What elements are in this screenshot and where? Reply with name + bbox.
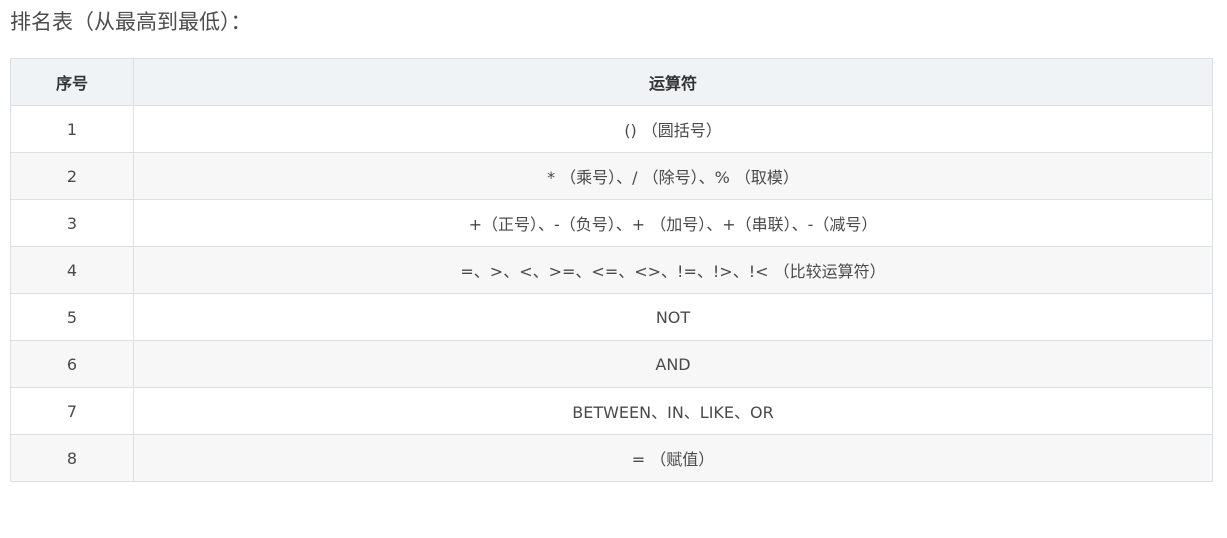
row-operator: BETWEEN、IN、LIKE、OR [133, 387, 1213, 435]
table-row: 5 NOT [10, 293, 1213, 341]
table-row: 7 BETWEEN、IN、LIKE、OR [10, 387, 1213, 435]
table-row: 2 * （乘号）、/ （除号）、% （取模） [10, 152, 1213, 200]
row-operator: () （圆括号） [133, 105, 1213, 153]
table-row: 1 () （圆括号） [10, 105, 1213, 153]
row-index: 1 [10, 105, 134, 153]
table-row: 3 +（正号）、-（负号）、+ （加号）、+（串联）、-（减号） [10, 199, 1213, 247]
column-header-operator: 运算符 [133, 58, 1213, 106]
row-operator: = （赋值） [133, 434, 1213, 482]
table-row: 8 = （赋值） [10, 434, 1213, 482]
row-index: 5 [10, 293, 134, 341]
row-operator: =、>、<、>=、<=、<>、!=、!>、!< （比较运算符） [133, 246, 1213, 294]
row-operator: +（正号）、-（负号）、+ （加号）、+（串联）、-（减号） [133, 199, 1213, 247]
row-operator: AND [133, 340, 1213, 388]
row-index: 4 [10, 246, 134, 294]
table-row: 6 AND [10, 340, 1213, 388]
row-operator: * （乘号）、/ （除号）、% （取模） [133, 152, 1213, 200]
operator-precedence-table: 序号 运算符 1 () （圆括号） 2 * （乘号）、/ （除号）、% （取模）… [10, 58, 1213, 482]
row-operator: NOT [133, 293, 1213, 341]
column-header-index: 序号 [10, 58, 134, 106]
row-index: 8 [10, 434, 134, 482]
row-index: 3 [10, 199, 134, 247]
table-row: 4 =、>、<、>=、<=、<>、!=、!>、!< （比较运算符） [10, 246, 1213, 294]
table-header-row: 序号 运算符 [10, 58, 1213, 106]
page-heading: 排名表（从最高到最低）： [10, 10, 252, 34]
row-index: 7 [10, 387, 134, 435]
row-index: 2 [10, 152, 134, 200]
row-index: 6 [10, 340, 134, 388]
